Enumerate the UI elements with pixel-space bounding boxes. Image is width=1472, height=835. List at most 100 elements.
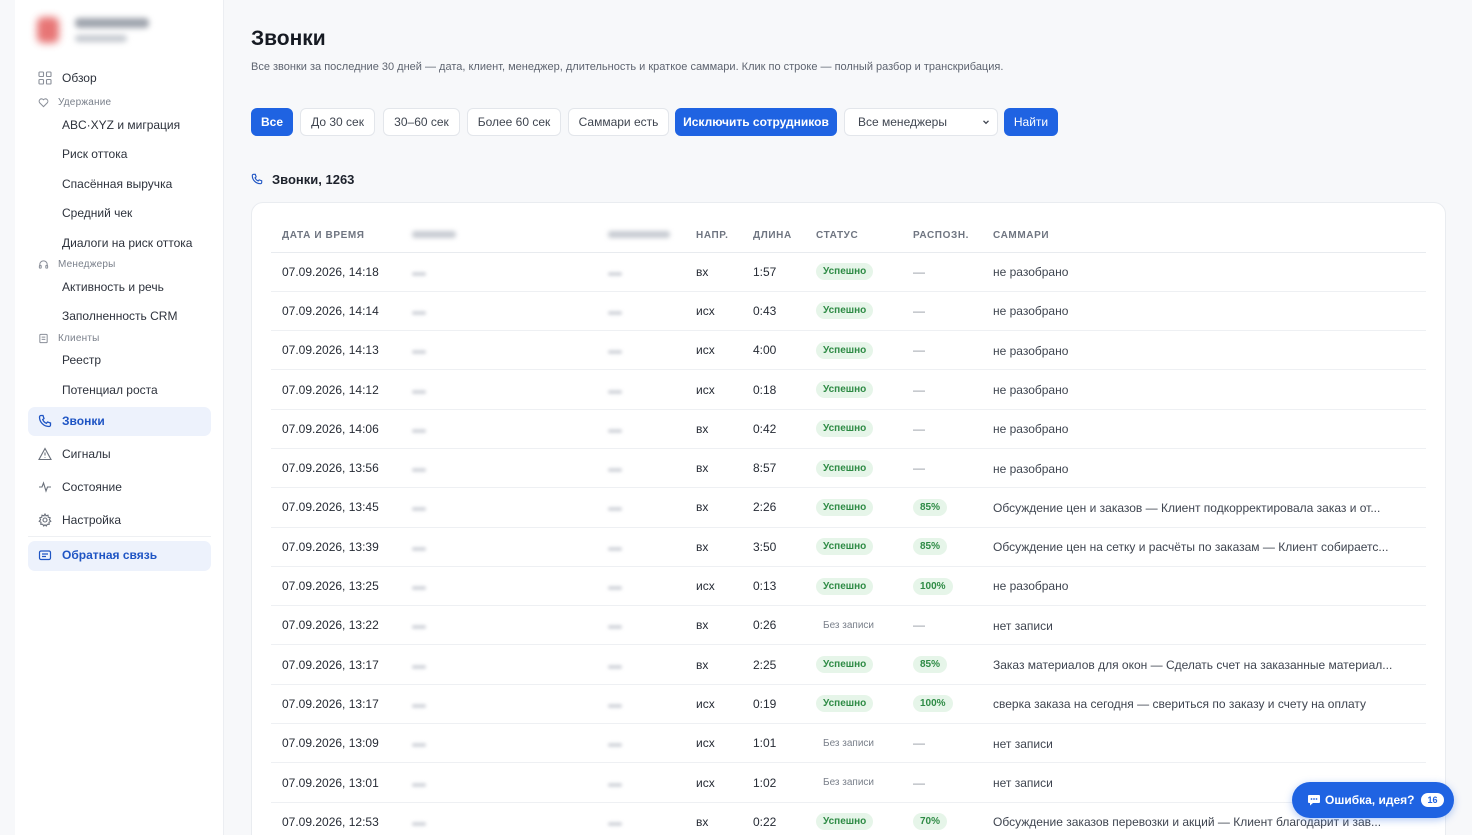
cell-direction: вх bbox=[685, 802, 742, 835]
cell-length: 1:57 bbox=[742, 252, 805, 292]
sidebar-item-state[interactable]: Состояние bbox=[28, 473, 211, 501]
cell-manager bbox=[597, 487, 685, 528]
blurred-client bbox=[412, 821, 426, 826]
table-row[interactable]: 07.09.2026, 13:17 вх 2:25 Успешно 85% Заказ м… bbox=[271, 644, 1426, 685]
sidebar-item-registry[interactable]: Реестр bbox=[28, 346, 211, 374]
summary-text: Обсуждение цен на сетку и расчёты по зак… bbox=[993, 540, 1389, 555]
table-row[interactable]: 07.09.2026, 14:12 исх 0:18 Успешно — не разоб… bbox=[271, 369, 1426, 410]
brand-logo[interactable] bbox=[37, 14, 187, 48]
col-status-header[interactable]: СТАТУС bbox=[805, 220, 902, 253]
blurred-client bbox=[412, 271, 426, 276]
table-row[interactable]: 07.09.2026, 13:45 вх 2:26 Успешно 85% Обсужде… bbox=[271, 487, 1426, 528]
sidebar-item-overview[interactable]: Обзор bbox=[28, 64, 211, 92]
blurred-manager bbox=[608, 310, 622, 315]
table-body: 07.09.2026, 14:18 вх 1:57 Успешно — не разобр… bbox=[271, 252, 1426, 835]
exclude-staff-toggle[interactable]: Исключить сотрудников bbox=[675, 108, 837, 136]
col-client-header[interactable] bbox=[401, 220, 597, 253]
cell-client bbox=[401, 605, 597, 646]
col-datetime-header[interactable]: ДАТА И ВРЕМЯ bbox=[271, 220, 401, 253]
table-row[interactable]: 07.09.2026, 14:18 вх 1:57 Успешно — не разобр… bbox=[271, 252, 1426, 292]
filter-30-60-button[interactable]: 30–60 сек bbox=[383, 108, 460, 136]
cell-recognition: — bbox=[902, 330, 982, 371]
sidebar-item-saved-revenue[interactable]: Спасённая выручка bbox=[28, 170, 211, 198]
cell-length: 0:26 bbox=[742, 605, 805, 646]
filter-over-60-button[interactable]: Более 60 сек bbox=[467, 108, 561, 136]
feedback-fab-label: Ошибка, идея? bbox=[1325, 793, 1415, 807]
sidebar-group-label: Клиенты bbox=[58, 333, 100, 344]
feedback-fab-button[interactable]: Ошибка, идея? 16 bbox=[1292, 782, 1454, 818]
table-row[interactable]: 07.09.2026, 12:53 вх 0:22 Успешно 70% Обсужде… bbox=[271, 802, 1426, 835]
find-button[interactable]: Найти bbox=[1004, 108, 1058, 136]
cell-recognition: 100% bbox=[902, 566, 982, 607]
cell-length: 0:13 bbox=[742, 566, 805, 607]
table-row[interactable]: 07.09.2026, 13:09 исх 1:01 Без записи — нет з… bbox=[271, 723, 1426, 764]
filter-under-30-button[interactable]: До 30 сек bbox=[300, 108, 375, 136]
manager-select[interactable]: Все менеджеры bbox=[844, 108, 998, 136]
chat-icon bbox=[38, 550, 52, 561]
blurred-client bbox=[412, 428, 426, 433]
table-row[interactable]: 07.09.2026, 13:25 исх 0:13 Успешно 100% не ра… bbox=[271, 566, 1426, 607]
sidebar-item-label: Обратная связь bbox=[62, 548, 158, 562]
recognition-empty: — bbox=[913, 775, 925, 790]
cell-recognition: — bbox=[902, 448, 982, 489]
sidebar-item-abc-xyz[interactable]: ABC·XYZ и миграция bbox=[28, 111, 211, 139]
sidebar-item-growth[interactable]: Потенциал роста bbox=[28, 376, 211, 404]
blurred-client bbox=[412, 743, 426, 748]
table-row[interactable]: 07.09.2026, 14:13 исх 4:00 Успешно — не разоб… bbox=[271, 330, 1426, 371]
table-row[interactable]: 07.09.2026, 14:06 вх 0:42 Успешно — не разобр… bbox=[271, 409, 1426, 449]
status-badge: Успешно bbox=[816, 381, 874, 399]
recognition-badge: 85% bbox=[913, 498, 948, 516]
cell-manager bbox=[597, 684, 685, 725]
col-summary-header[interactable]: САММАРИ bbox=[982, 220, 1426, 253]
blurred-manager bbox=[608, 703, 622, 708]
sidebar-group-label: Удержание bbox=[58, 97, 112, 108]
sidebar-item-churn-dialogs[interactable]: Диалоги на риск оттока bbox=[28, 229, 211, 257]
col-direction-header[interactable]: НАПР. bbox=[685, 220, 742, 253]
status-badge: Успешно bbox=[816, 263, 874, 281]
blurred-manager bbox=[608, 743, 622, 748]
sidebar-item-churn-risk[interactable]: Риск оттока bbox=[28, 140, 211, 168]
cell-status: Успешно bbox=[805, 252, 902, 292]
cell-manager bbox=[597, 644, 685, 685]
col-length-header[interactable]: ДЛИНА bbox=[742, 220, 805, 253]
cell-recognition: — bbox=[902, 291, 982, 332]
heart-icon bbox=[38, 98, 49, 108]
col-manager-header[interactable] bbox=[597, 220, 685, 253]
sidebar-group-label: Менеджеры bbox=[58, 259, 116, 270]
sidebar-item-settings[interactable]: Настройка bbox=[28, 506, 211, 534]
sidebar-item-activity[interactable]: Активность и речь bbox=[28, 273, 211, 301]
cell-manager bbox=[597, 409, 685, 449]
cell-client bbox=[401, 527, 597, 567]
table-row[interactable]: 07.09.2026, 13:01 исх 1:02 Без записи — нет з… bbox=[271, 762, 1426, 803]
sidebar-item-signals[interactable]: Сигналы bbox=[28, 440, 211, 468]
grid-icon bbox=[38, 71, 52, 85]
blurred-client bbox=[412, 468, 426, 473]
table-row[interactable]: 07.09.2026, 13:17 исх 0:19 Успешно 100% сверк… bbox=[271, 684, 1426, 725]
col-recognition-header[interactable]: РАСПОЗН. bbox=[902, 220, 982, 253]
filter-has-summary-button[interactable]: Саммари есть bbox=[568, 108, 669, 136]
filter-all-button[interactable]: Все bbox=[251, 108, 293, 136]
cell-status: Успешно bbox=[805, 330, 902, 371]
cell-summary: не разобрано bbox=[982, 448, 1426, 489]
blurred-header bbox=[608, 231, 670, 239]
cell-datetime: 07.09.2026, 13:39 bbox=[271, 527, 401, 567]
cell-datetime: 07.09.2026, 14:06 bbox=[271, 409, 401, 449]
blurred-manager bbox=[608, 586, 622, 591]
table-row[interactable]: 07.09.2026, 13:56 вх 8:57 Успешно — не разобр… bbox=[271, 448, 1426, 489]
table-row[interactable]: 07.09.2026, 13:39 вх 3:50 Успешно 85% Обсужде… bbox=[271, 527, 1426, 567]
sidebar-item-calls[interactable]: Звонки bbox=[28, 407, 211, 436]
calls-section-header: Звонки, 1263 bbox=[251, 171, 354, 187]
cell-client bbox=[401, 762, 597, 803]
chevron-down-icon bbox=[983, 120, 989, 125]
table-row[interactable]: 07.09.2026, 13:22 вх 0:26 Без записи — нет за… bbox=[271, 605, 1426, 646]
table-row[interactable]: 07.09.2026, 14:14 исх 0:43 Успешно — не разоб… bbox=[271, 291, 1426, 332]
status-badge: Успешно bbox=[816, 538, 874, 556]
sidebar-item-feedback[interactable]: Обратная связь bbox=[28, 541, 211, 571]
sidebar-item-avg-check[interactable]: Средний чек bbox=[28, 199, 211, 227]
sidebar-item-crm-fill[interactable]: Заполненность CRM bbox=[28, 302, 211, 330]
cell-length: 4:00 bbox=[742, 330, 805, 371]
cell-status: Успешно bbox=[805, 527, 902, 567]
cell-summary: не разобрано bbox=[982, 252, 1426, 292]
cell-direction: исх bbox=[685, 291, 742, 332]
cell-datetime: 07.09.2026, 14:12 bbox=[271, 369, 401, 410]
